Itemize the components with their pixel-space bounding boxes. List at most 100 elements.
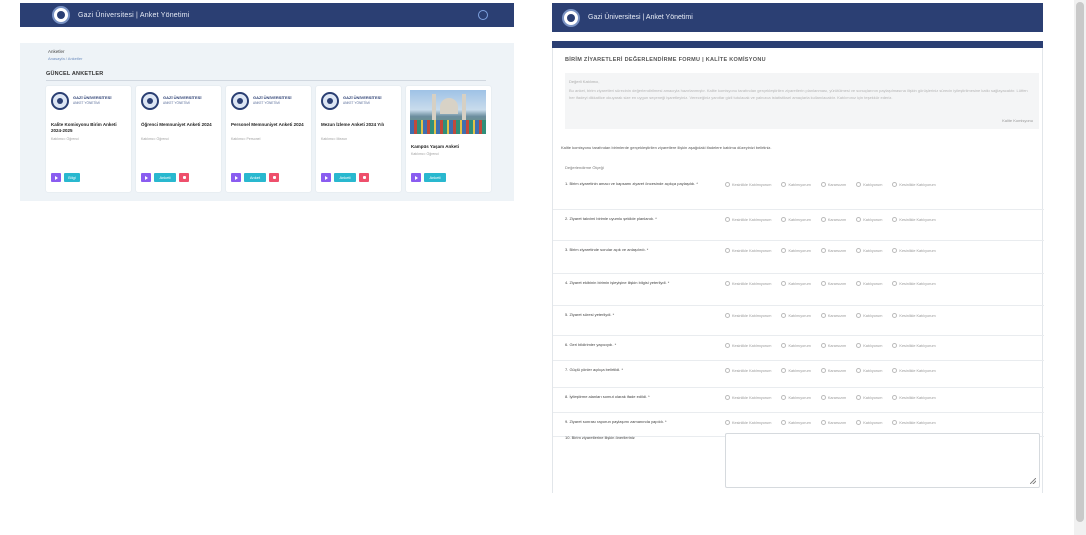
radio-button[interactable] bbox=[781, 343, 787, 348]
answer-option[interactable]: Katılıyorum bbox=[856, 217, 882, 222]
radio-button[interactable] bbox=[856, 281, 862, 286]
answer-option[interactable]: Kesinlikle Katılıyorum bbox=[892, 281, 936, 286]
answer-option[interactable]: Katılmıyorum bbox=[781, 395, 811, 400]
answer-option[interactable]: Katılmıyorum bbox=[781, 420, 811, 425]
suggestions-textarea[interactable] bbox=[725, 433, 1040, 488]
answer-option[interactable]: Kararsızım bbox=[820, 420, 846, 425]
radio-button[interactable] bbox=[856, 343, 862, 348]
radio-button[interactable] bbox=[856, 420, 862, 425]
answer-option[interactable]: Katılıyorum bbox=[856, 182, 882, 187]
answer-option[interactable]: Kesinlikle Katılmıyorum bbox=[725, 420, 771, 425]
start-survey-button[interactable] bbox=[411, 173, 421, 182]
delete-button[interactable] bbox=[179, 173, 189, 182]
radio-button[interactable] bbox=[781, 313, 787, 318]
survey-card[interactable]: GAZİ ÜNİVERSİTESİ ANKET YÖNETİMİ Öğrenci… bbox=[136, 86, 221, 192]
radio-button[interactable] bbox=[856, 248, 862, 253]
radio-button[interactable] bbox=[892, 182, 898, 187]
radio-button[interactable] bbox=[820, 182, 826, 187]
answer-option[interactable]: Kesinlikle Katılmıyorum bbox=[725, 368, 771, 373]
radio-button[interactable] bbox=[781, 395, 787, 400]
survey-info-button[interactable]: Anket bbox=[244, 173, 266, 182]
radio-button[interactable] bbox=[820, 420, 826, 425]
radio-button[interactable] bbox=[725, 281, 730, 286]
answer-option[interactable]: Kesinlikle Katılıyorum bbox=[892, 182, 936, 187]
radio-button[interactable] bbox=[781, 182, 787, 187]
answer-option[interactable]: Katılıyorum bbox=[856, 313, 882, 318]
survey-card-photo[interactable]: Kampüs Yaşam Anketi Katılımcı: Öğrenci A… bbox=[406, 86, 491, 192]
answer-option[interactable]: Kararsızım bbox=[820, 217, 846, 222]
radio-button[interactable] bbox=[820, 313, 826, 318]
radio-button[interactable] bbox=[725, 182, 730, 187]
resize-handle-icon[interactable] bbox=[1030, 478, 1036, 484]
answer-option[interactable]: Katılmıyorum bbox=[781, 343, 811, 348]
start-survey-button[interactable] bbox=[51, 173, 61, 182]
survey-card[interactable]: GAZİ ÜNİVERSİTESİ ANKET YÖNETİMİ Kalite … bbox=[46, 86, 131, 192]
survey-info-button[interactable]: Anketi bbox=[154, 173, 176, 182]
radio-button[interactable] bbox=[781, 217, 787, 222]
radio-button[interactable] bbox=[725, 313, 730, 318]
answer-option[interactable]: Kesinlikle Katılmıyorum bbox=[725, 248, 771, 253]
radio-button[interactable] bbox=[820, 368, 826, 373]
answer-option[interactable]: Kesinlikle Katılıyorum bbox=[892, 420, 936, 425]
survey-info-button[interactable]: Anketi bbox=[334, 173, 356, 182]
radio-button[interactable] bbox=[856, 395, 862, 400]
radio-button[interactable] bbox=[820, 395, 826, 400]
answer-option[interactable]: Katılıyorum bbox=[856, 368, 882, 373]
radio-button[interactable] bbox=[781, 248, 787, 253]
radio-button[interactable] bbox=[725, 395, 730, 400]
radio-button[interactable] bbox=[820, 281, 826, 286]
answer-option[interactable]: Katılıyorum bbox=[856, 420, 882, 425]
answer-option[interactable]: Kararsızım bbox=[820, 343, 846, 348]
radio-button[interactable] bbox=[725, 217, 730, 222]
answer-option[interactable]: Katılıyorum bbox=[856, 343, 882, 348]
start-survey-button[interactable] bbox=[141, 173, 151, 182]
answer-option[interactable]: Katılıyorum bbox=[856, 395, 882, 400]
radio-button[interactable] bbox=[892, 281, 898, 286]
answer-option[interactable]: Katılmıyorum bbox=[781, 281, 811, 286]
answer-option[interactable]: Kararsızım bbox=[820, 368, 846, 373]
radio-button[interactable] bbox=[892, 313, 898, 318]
answer-option[interactable]: Katılıyorum bbox=[856, 281, 882, 286]
answer-option[interactable]: Kesinlikle Katılıyorum bbox=[892, 248, 936, 253]
answer-option[interactable]: Kesinlikle Katılmıyorum bbox=[725, 343, 771, 348]
radio-button[interactable] bbox=[820, 217, 826, 222]
answer-option[interactable]: Kesinlikle Katılmıyorum bbox=[725, 395, 771, 400]
answer-option[interactable]: Kesinlikle Katılmıyorum bbox=[725, 182, 771, 187]
answer-option[interactable]: Kesinlikle Katılmıyorum bbox=[725, 281, 771, 286]
answer-option[interactable]: Kesinlikle Katılmıyorum bbox=[725, 313, 771, 318]
answer-option[interactable]: Kesinlikle Katılıyorum bbox=[892, 395, 936, 400]
delete-button[interactable] bbox=[359, 173, 369, 182]
radio-button[interactable] bbox=[781, 368, 787, 373]
radio-button[interactable] bbox=[725, 420, 730, 425]
answer-option[interactable]: Kararsızım bbox=[820, 313, 846, 318]
answer-option[interactable]: Kesinlikle Katılıyorum bbox=[892, 368, 936, 373]
answer-option[interactable]: Kararsızım bbox=[820, 182, 846, 187]
survey-info-button[interactable]: Anketi bbox=[424, 173, 446, 182]
radio-button[interactable] bbox=[856, 368, 862, 373]
answer-option[interactable]: Katılmıyorum bbox=[781, 182, 811, 187]
answer-option[interactable]: Katılmıyorum bbox=[781, 368, 811, 373]
page-scrollbar[interactable] bbox=[1074, 0, 1086, 535]
survey-info-button[interactable]: Bilgi bbox=[64, 173, 80, 182]
answer-option[interactable]: Katılmıyorum bbox=[781, 217, 811, 222]
answer-option[interactable]: Katılıyorum bbox=[856, 248, 882, 253]
radio-button[interactable] bbox=[856, 313, 862, 318]
radio-button[interactable] bbox=[892, 395, 898, 400]
radio-button[interactable] bbox=[856, 182, 862, 187]
answer-option[interactable]: Kesinlikle Katılıyorum bbox=[892, 217, 936, 222]
radio-button[interactable] bbox=[725, 368, 730, 373]
answer-option[interactable]: Kararsızım bbox=[820, 281, 846, 286]
radio-button[interactable] bbox=[856, 217, 862, 222]
answer-option[interactable]: Katılmıyorum bbox=[781, 313, 811, 318]
answer-option[interactable]: Kararsızım bbox=[820, 248, 846, 253]
radio-button[interactable] bbox=[892, 343, 898, 348]
delete-button[interactable] bbox=[269, 173, 279, 182]
radio-button[interactable] bbox=[820, 248, 826, 253]
scrollbar-thumb[interactable] bbox=[1076, 2, 1084, 522]
radio-button[interactable] bbox=[725, 343, 730, 348]
radio-button[interactable] bbox=[892, 420, 898, 425]
answer-option[interactable]: Kararsızım bbox=[820, 395, 846, 400]
radio-button[interactable] bbox=[781, 281, 787, 286]
start-survey-button[interactable] bbox=[321, 173, 331, 182]
answer-option[interactable]: Katılmıyorum bbox=[781, 248, 811, 253]
